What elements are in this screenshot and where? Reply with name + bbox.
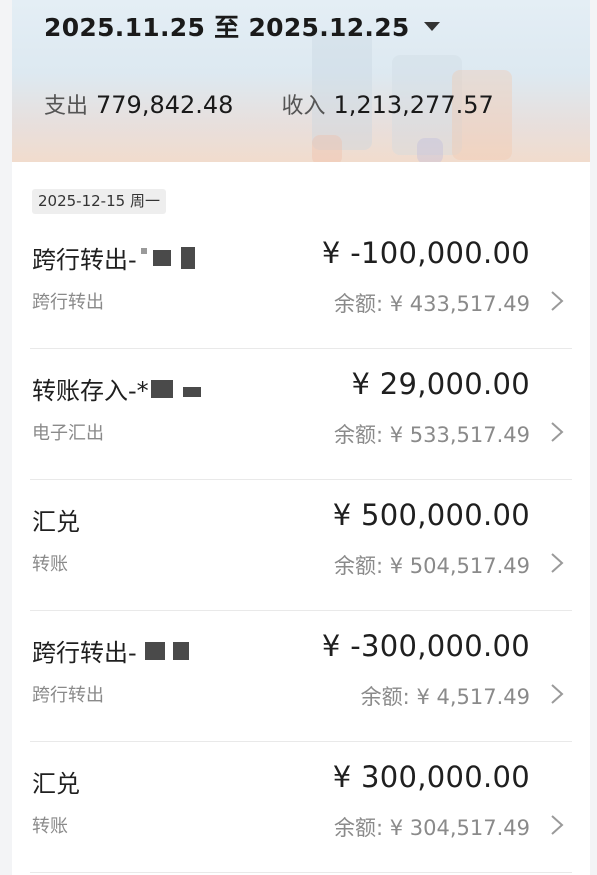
redacted-mask: [152, 249, 171, 266]
transaction-category: 转账: [32, 816, 68, 837]
income-expense-summary: 支出 779,842.48 收入 1,213,277.57: [44, 88, 494, 120]
redacted-mask: [182, 386, 201, 397]
transaction-amount: ¥ 300,000.00: [332, 760, 530, 794]
transaction-title: 汇兑: [32, 508, 80, 536]
transaction-balance: 余额: ¥ 4,517.49: [360, 685, 530, 709]
redacted-mask: [140, 247, 147, 254]
transaction-row[interactable]: 汇兑 转账 ¥ 300,000.00 余额: ¥ 304,517.49: [30, 742, 572, 873]
transaction-category: 转账: [32, 554, 68, 575]
transaction-title: 转账存入-*: [32, 371, 201, 406]
transaction-amount: ¥ 500,000.00: [332, 498, 530, 532]
transaction-balance: 余额: ¥ 433,517.49: [333, 292, 530, 316]
transaction-row[interactable]: 转账存入-* 电子汇出 ¥ 29,000.00 余额: ¥ 533,517.49: [30, 349, 572, 480]
summary-header: 2025.11.25 至 2025.12.25 支出 779,842.48 收入…: [12, 0, 590, 162]
transaction-category: 跨行转出: [32, 685, 104, 706]
transaction-amount: ¥ -100,000.00: [321, 236, 530, 270]
chevron-right-icon[interactable]: [544, 288, 570, 314]
caret-down-icon: [423, 21, 440, 31]
transaction-amount: ¥ -300,000.00: [321, 629, 530, 663]
chevron-right-icon[interactable]: [544, 681, 570, 707]
redacted-mask: [150, 379, 173, 398]
transaction-title: 跨行转出-: [32, 633, 189, 668]
background-decoration: [312, 135, 342, 162]
transaction-list: 2025-12-15 周一 跨行转出- 跨行转出 ¥ -100,000.00 余…: [12, 162, 590, 875]
redacted-mask: [172, 641, 189, 660]
chevron-right-icon[interactable]: [544, 550, 570, 576]
transaction-balance: 余额: ¥ 504,517.49: [333, 554, 530, 578]
chevron-right-icon[interactable]: [544, 419, 570, 445]
transaction-row[interactable]: 汇兑 转账 ¥ 500,000.00 余额: ¥ 504,517.49: [30, 480, 572, 611]
redacted-mask: [144, 641, 165, 660]
expense-value: 779,842.48: [96, 91, 234, 119]
income-value: 1,213,277.57: [333, 91, 494, 119]
expense-label: 支出: [44, 94, 89, 119]
transaction-row[interactable]: 跨行转出- 跨行转出 ¥ -300,000.00 余额: ¥ 4,517.49: [30, 611, 572, 742]
date-group-chip: 2025-12-15 周一: [32, 189, 166, 214]
transaction-amount: ¥ 29,000.00: [351, 367, 530, 401]
transaction-balance: 余额: ¥ 304,517.49: [333, 816, 530, 840]
transaction-row[interactable]: 跨行转出- 跨行转出 ¥ -100,000.00 余额: ¥ 433,517.4…: [30, 218, 572, 349]
transaction-category: 跨行转出: [32, 292, 104, 313]
background-decoration: [417, 138, 443, 162]
chevron-right-icon[interactable]: [544, 812, 570, 838]
income-label: 收入: [281, 94, 326, 119]
transaction-category: 电子汇出: [32, 423, 104, 444]
transaction-title: 跨行转出-: [32, 240, 195, 275]
redacted-mask: [180, 246, 195, 269]
date-range-selector[interactable]: 2025.11.25 至 2025.12.25: [44, 8, 440, 44]
transaction-balance: 余额: ¥ 533,517.49: [333, 423, 530, 447]
date-range-text: 2025.11.25 至 2025.12.25: [44, 13, 410, 42]
transaction-title: 汇兑: [32, 770, 80, 798]
